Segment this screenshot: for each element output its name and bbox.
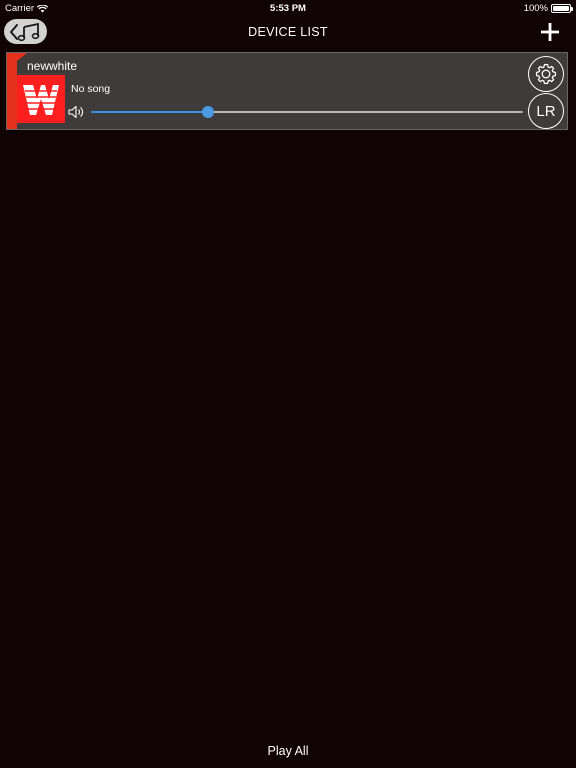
battery-icon [551,4,573,13]
speaker-icon[interactable] [68,105,86,119]
play-all-bar: Play All [0,744,576,758]
song-status: No song [71,83,111,95]
gear-icon [535,63,557,85]
volume-track-fill [91,111,208,113]
page-title: DEVICE LIST [248,25,328,39]
battery-percent: 100% [523,3,548,14]
device-name: newwhite [27,59,78,73]
channel-lr-button[interactable]: LR [528,93,564,129]
device-settings-button[interactable] [528,56,564,92]
nav-bar: DEVICE LIST [0,16,576,50]
add-device-button[interactable] [540,22,560,42]
device-flag-icon [17,53,27,61]
device-logo [17,75,65,123]
volume-slider[interactable] [91,106,523,118]
device-accent-bar [7,53,17,129]
status-bar: Carrier 5:53 PM 100% [0,0,576,16]
play-all-button[interactable]: Play All [258,744,319,758]
status-time: 5:53 PM [270,3,306,14]
device-card[interactable]: newwhite No song LR [6,52,568,130]
brand-logo-icon [17,75,65,123]
plus-icon [541,23,559,41]
status-right: 100% [523,3,573,14]
volume-thumb[interactable] [201,106,214,118]
